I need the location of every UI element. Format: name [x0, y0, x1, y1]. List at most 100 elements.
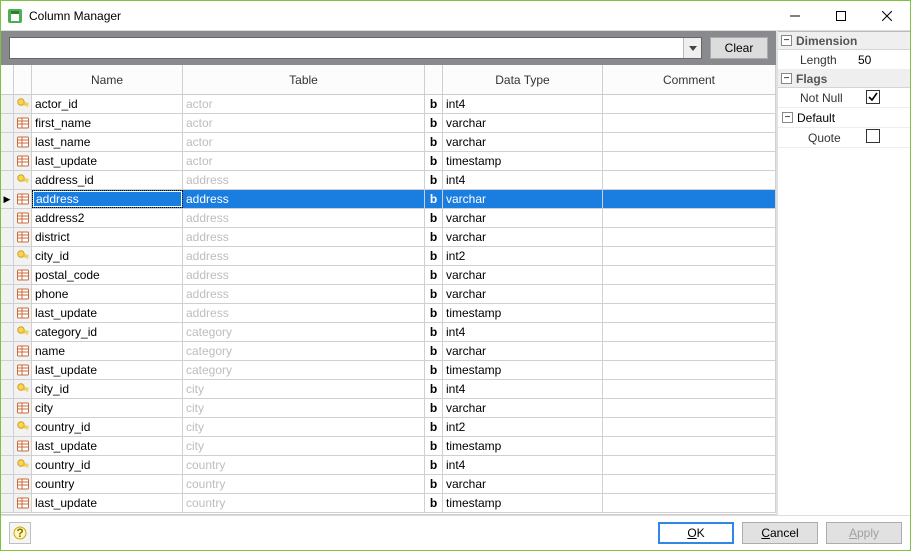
collapse-icon[interactable]: −	[781, 35, 792, 46]
cell-table[interactable]: country	[183, 475, 425, 493]
cell-datatype[interactable]: timestamp	[443, 304, 603, 322]
collapse-icon[interactable]: −	[781, 73, 792, 84]
cell-datatype[interactable]: varchar	[443, 114, 603, 132]
table-row[interactable]: actor_idactorbint4	[1, 95, 776, 114]
cell-table[interactable]: city	[183, 399, 425, 417]
cell-datatype[interactable]: int4	[443, 95, 603, 113]
cell-datatype[interactable]: int4	[443, 380, 603, 398]
table-row[interactable]: last_updatecategorybtimestamp	[1, 361, 776, 380]
cell-comment[interactable]	[603, 114, 776, 132]
cell-name[interactable]: last_update	[32, 361, 183, 379]
cell-name[interactable]: last_update	[32, 494, 183, 512]
cell-comment[interactable]	[603, 95, 776, 113]
cell-comment[interactable]	[603, 399, 776, 417]
cell-datatype[interactable]: int2	[443, 418, 603, 436]
table-row[interactable]: city_idaddressbint2	[1, 247, 776, 266]
cell-name[interactable]: first_name	[32, 114, 183, 132]
cell-name[interactable]: city_id	[32, 380, 183, 398]
cell-name[interactable]: last_update	[32, 304, 183, 322]
cell-name[interactable]: address	[32, 190, 183, 208]
cell-comment[interactable]	[603, 475, 776, 493]
cell-comment[interactable]	[603, 380, 776, 398]
table-row[interactable]: phoneaddressbvarchar	[1, 285, 776, 304]
cell-datatype[interactable]: timestamp	[443, 361, 603, 379]
cell-comment[interactable]	[603, 323, 776, 341]
cell-comment[interactable]	[603, 342, 776, 360]
table-row[interactable]: last_updatecountrybtimestamp	[1, 494, 776, 513]
table-row[interactable]: last_updateaddressbtimestamp	[1, 304, 776, 323]
cell-comment[interactable]	[603, 152, 776, 170]
table-row[interactable]: city_idcitybint4	[1, 380, 776, 399]
cell-datatype[interactable]: timestamp	[443, 437, 603, 455]
cell-table[interactable]: category	[183, 342, 425, 360]
cell-comment[interactable]	[603, 171, 776, 189]
cell-name[interactable]: postal_code	[32, 266, 183, 284]
cell-datatype[interactable]: int4	[443, 456, 603, 474]
table-row[interactable]: districtaddressbvarchar	[1, 228, 776, 247]
cell-name[interactable]: last_update	[32, 152, 183, 170]
quote-checkbox[interactable]	[866, 129, 880, 143]
cell-table[interactable]: address	[183, 209, 425, 227]
cell-datatype[interactable]: varchar	[443, 266, 603, 284]
cell-table[interactable]: address	[183, 266, 425, 284]
cell-comment[interactable]	[603, 494, 776, 512]
group-flags[interactable]: − Flags	[778, 70, 910, 88]
table-row[interactable]: country_idcitybint2	[1, 418, 776, 437]
clear-button[interactable]: Clear	[710, 37, 768, 59]
cell-table[interactable]: address	[183, 304, 425, 322]
length-value[interactable]: 50	[854, 53, 910, 67]
cell-table[interactable]: city	[183, 437, 425, 455]
cell-comment[interactable]	[603, 437, 776, 455]
cell-table[interactable]: address	[183, 285, 425, 303]
cell-datatype[interactable]: varchar	[443, 342, 603, 360]
cell-name[interactable]: city_id	[32, 247, 183, 265]
cell-name[interactable]: country_id	[32, 456, 183, 474]
table-row[interactable]: first_nameactorbvarchar	[1, 114, 776, 133]
table-row[interactable]: countrycountrybvarchar	[1, 475, 776, 494]
cancel-button[interactable]: Cancel	[742, 522, 818, 544]
collapse-icon[interactable]: −	[782, 112, 793, 123]
table-row[interactable]: last_updateactorbtimestamp	[1, 152, 776, 171]
ok-button[interactable]: OK	[658, 522, 734, 544]
minimize-button[interactable]	[772, 1, 818, 30]
cell-table[interactable]: category	[183, 323, 425, 341]
cell-name[interactable]: address2	[32, 209, 183, 227]
table-row[interactable]: country_idcountrybint4	[1, 456, 776, 475]
cell-comment[interactable]	[603, 247, 776, 265]
close-button[interactable]	[864, 1, 910, 30]
filter-input[interactable]	[10, 41, 683, 55]
cell-datatype[interactable]: varchar	[443, 475, 603, 493]
cell-name[interactable]: name	[32, 342, 183, 360]
table-row[interactable]: namecategorybvarchar	[1, 342, 776, 361]
cell-comment[interactable]	[603, 418, 776, 436]
cell-comment[interactable]	[603, 304, 776, 322]
cell-comment[interactable]	[603, 456, 776, 474]
cell-table[interactable]: actor	[183, 114, 425, 132]
cell-datatype[interactable]: int4	[443, 171, 603, 189]
cell-comment[interactable]	[603, 266, 776, 284]
cell-comment[interactable]	[603, 361, 776, 379]
cell-table[interactable]: category	[183, 361, 425, 379]
help-button[interactable]: ?	[9, 522, 31, 544]
apply-button[interactable]: Apply	[826, 522, 902, 544]
maximize-button[interactable]	[818, 1, 864, 30]
cell-datatype[interactable]: varchar	[443, 209, 603, 227]
cell-name[interactable]: city	[32, 399, 183, 417]
notnull-checkbox[interactable]	[866, 90, 880, 104]
cell-datatype[interactable]: varchar	[443, 228, 603, 246]
cell-name[interactable]: address_id	[32, 171, 183, 189]
cell-comment[interactable]	[603, 133, 776, 151]
cell-table[interactable]: actor	[183, 152, 425, 170]
table-row[interactable]: citycitybvarchar	[1, 399, 776, 418]
cell-name[interactable]: district	[32, 228, 183, 246]
table-row[interactable]: postal_codeaddressbvarchar	[1, 266, 776, 285]
cell-name[interactable]: last_update	[32, 437, 183, 455]
table-row[interactable]: category_idcategorybint4	[1, 323, 776, 342]
cell-name[interactable]: phone	[32, 285, 183, 303]
cell-table[interactable]: address	[183, 171, 425, 189]
cell-table[interactable]: country	[183, 494, 425, 512]
cell-datatype[interactable]: varchar	[443, 133, 603, 151]
filter-dropdown-button[interactable]	[683, 38, 701, 58]
header-name[interactable]: Name	[32, 65, 183, 94]
cell-datatype[interactable]: timestamp	[443, 494, 603, 512]
